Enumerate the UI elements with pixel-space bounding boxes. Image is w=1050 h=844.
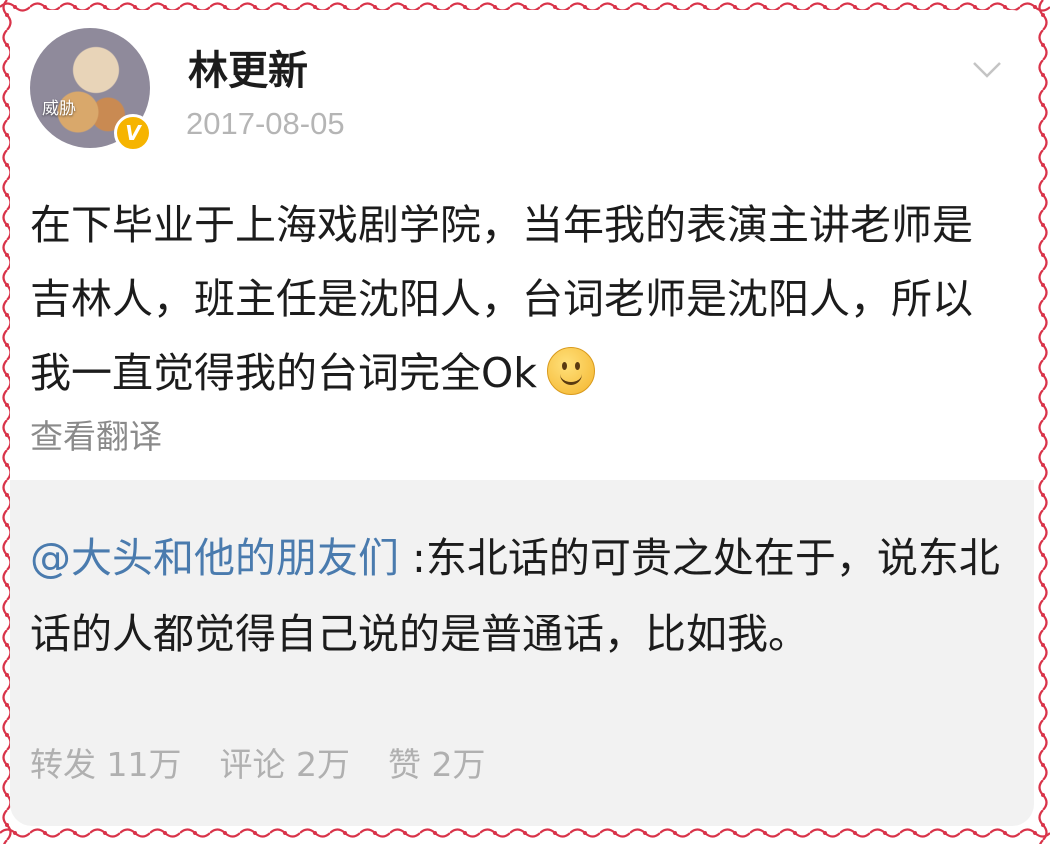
comment-count[interactable]: 评论 2万 (219, 738, 350, 786)
like-count[interactable]: 赞 2万 (388, 738, 486, 786)
verified-badge-icon: V (114, 114, 152, 152)
post-body: 在下毕业于上海戏剧学院，当年我的表演主讲老师是吉林人，班主任是沈阳人，台词老师是… (30, 188, 1005, 410)
post-text: 在下毕业于上海戏剧学院，当年我的表演主讲老师是吉林人，班主任是沈阳人，台词老师是… (30, 201, 973, 397)
retweeted-post[interactable]: @大头和他的朋友们 :东北话的可贵之处在于，说东北话的人都觉得自己说的是普通话，… (10, 480, 1034, 826)
chevron-down-icon[interactable] (972, 54, 1002, 84)
forward-count[interactable]: 转发 11万 (30, 738, 181, 786)
post-date: 2017-08-05 (186, 106, 345, 141)
weibo-post-card: 威胁 V 林更新 2017-08-05 在下毕业于上海戏剧学院，当年我的表演主讲… (10, 10, 1034, 826)
mention-link[interactable]: @大头和他的朋友们 (30, 534, 399, 582)
translate-link[interactable]: 查看翻译 (30, 410, 162, 458)
username[interactable]: 林更新 (188, 38, 308, 96)
smile-emoji-icon (547, 347, 596, 395)
retweeted-stats: 转发 11万 评论 2万 赞 2万 (30, 738, 485, 786)
retweeted-text-block: @大头和他的朋友们 :东北话的可贵之处在于，说东北话的人都觉得自己说的是普通话，… (30, 520, 1005, 672)
avatar-caption: 威胁 (42, 99, 76, 119)
